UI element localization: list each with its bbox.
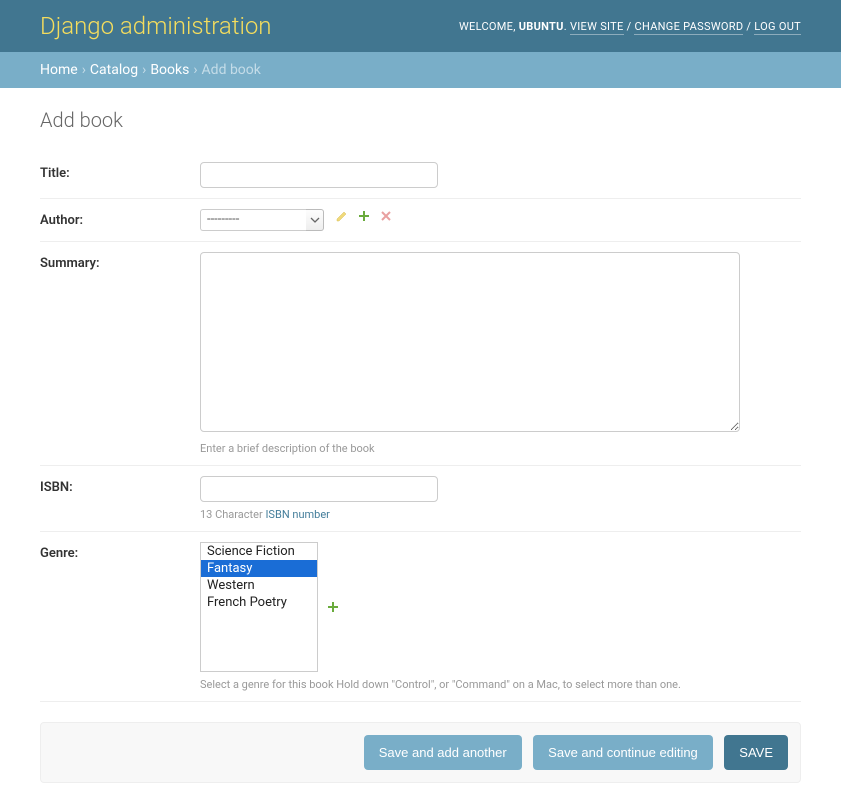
save-continue-button[interactable]: Save and continue editing [533,735,713,770]
logout-link[interactable]: LOG OUT [754,20,801,35]
pencil-icon[interactable] [335,209,349,223]
author-selected-value: --------- [200,209,306,231]
summary-help: Enter a brief description of the book [200,442,801,455]
plus-icon[interactable] [357,209,371,223]
plus-icon[interactable] [326,600,340,614]
breadcrumb: Home›Catalog›Books›Add book [0,52,841,88]
save-button[interactable]: SAVE [724,735,788,770]
site-title: Django administration [40,12,272,40]
summary-textarea[interactable] [200,252,740,432]
genre-option[interactable]: Science Fiction [201,543,317,560]
breadcrumb-home[interactable]: Home [40,62,78,78]
breadcrumb-current: Add book [202,62,261,78]
genre-label: Genre: [40,542,200,561]
chevron-down-icon[interactable] [306,209,324,231]
save-add-another-button[interactable]: Save and add another [364,735,522,770]
summary-label: Summary: [40,252,200,271]
author-label: Author: [40,209,200,228]
submit-row: Save and add another Save and continue e… [40,722,801,783]
genre-option[interactable]: Fantasy [201,560,317,577]
title-label: Title: [40,162,200,181]
isbn-input[interactable] [200,476,438,502]
breadcrumb-app[interactable]: Catalog [90,62,138,78]
isbn-help-text: 13 Character [200,508,265,521]
genre-option[interactable]: French Poetry [201,594,317,611]
change-password-link[interactable]: CHANGE PASSWORD [634,20,743,35]
isbn-help: 13 Character ISBN number [200,508,801,521]
genre-multiselect[interactable]: Science FictionFantasyWesternFrench Poet… [200,542,318,672]
user-tools: WELCOME, UBUNTU. VIEW SITE / CHANGE PASS… [459,20,801,33]
page-title: Add book [40,108,801,132]
title-input[interactable] [200,162,438,188]
isbn-help-link[interactable]: ISBN number [265,508,329,521]
author-select[interactable]: --------- [200,209,324,231]
genre-help: Select a genre for this book Hold down "… [200,678,801,691]
welcome-text: WELCOME, [459,20,519,33]
genre-option[interactable]: Western [201,577,317,594]
breadcrumb-model[interactable]: Books [150,62,189,78]
view-site-link[interactable]: VIEW SITE [570,20,624,35]
username: UBUNTU [519,20,564,33]
isbn-label: ISBN: [40,476,200,495]
close-icon[interactable] [379,209,393,223]
